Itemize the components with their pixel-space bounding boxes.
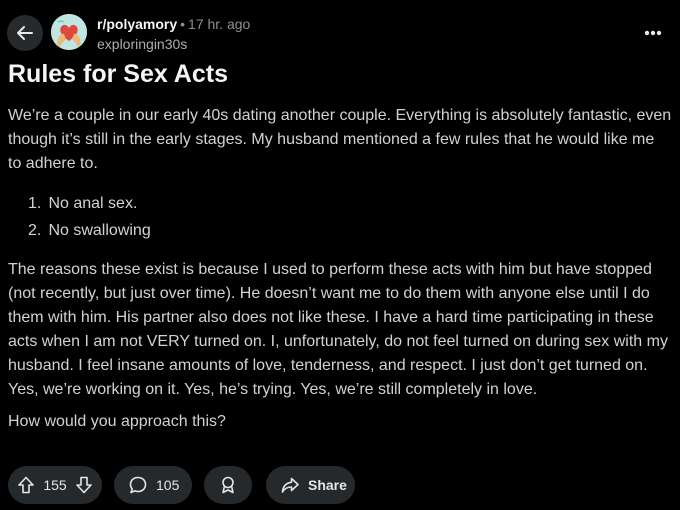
post-time: 17 hr. ago bbox=[188, 16, 251, 32]
share-arrow-icon bbox=[280, 475, 300, 495]
subreddit-avatar[interactable] bbox=[51, 14, 87, 50]
list-item: 2. No swallowing bbox=[8, 219, 672, 246]
list-text: No swallowing bbox=[48, 222, 151, 239]
comment-bubble-icon bbox=[128, 475, 148, 495]
more-options-button[interactable] bbox=[640, 22, 666, 44]
upvote-arrow-icon[interactable] bbox=[16, 475, 36, 495]
vote-count: 155 bbox=[43, 477, 67, 493]
post-paragraph: We’re a couple in our early 40s dating a… bbox=[8, 107, 672, 172]
post-paragraph: How would you approach this? bbox=[8, 413, 226, 430]
rules-list: 1. No anal sex. 2. No swallowing bbox=[8, 192, 672, 246]
award-button[interactable] bbox=[204, 466, 252, 504]
arrow-left-icon bbox=[15, 23, 35, 43]
subreddit-name[interactable]: r/polyamory bbox=[97, 16, 177, 32]
back-button[interactable] bbox=[7, 15, 43, 51]
post-header: r/polyamory • 17 hr. ago exploringin30s bbox=[0, 0, 680, 56]
list-number: 1. bbox=[28, 195, 42, 212]
comment-count: 105 bbox=[156, 477, 180, 493]
post-title: Rules for Sex Acts bbox=[8, 60, 228, 88]
list-text: No anal sex. bbox=[48, 195, 138, 212]
vote-control: 155 bbox=[8, 466, 102, 504]
heart-hands-icon bbox=[51, 14, 87, 50]
comments-button[interactable]: 105 bbox=[114, 466, 192, 504]
downvote-arrow-icon[interactable] bbox=[74, 475, 94, 495]
meta-separator: • bbox=[180, 16, 186, 32]
share-label: Share bbox=[308, 477, 347, 493]
list-number: 2. bbox=[28, 222, 42, 239]
subreddit-line: r/polyamory • 17 hr. ago bbox=[97, 16, 250, 32]
share-button[interactable]: Share bbox=[266, 466, 355, 504]
post-actions-bar: 155 105 Share bbox=[0, 466, 680, 504]
author-name[interactable]: exploringin30s bbox=[97, 36, 187, 52]
post-paragraph: The reasons these exist is because I use… bbox=[8, 261, 668, 398]
list-item: 1. No anal sex. bbox=[8, 192, 672, 219]
award-icon bbox=[218, 475, 238, 495]
more-horizontal-icon bbox=[644, 30, 662, 36]
